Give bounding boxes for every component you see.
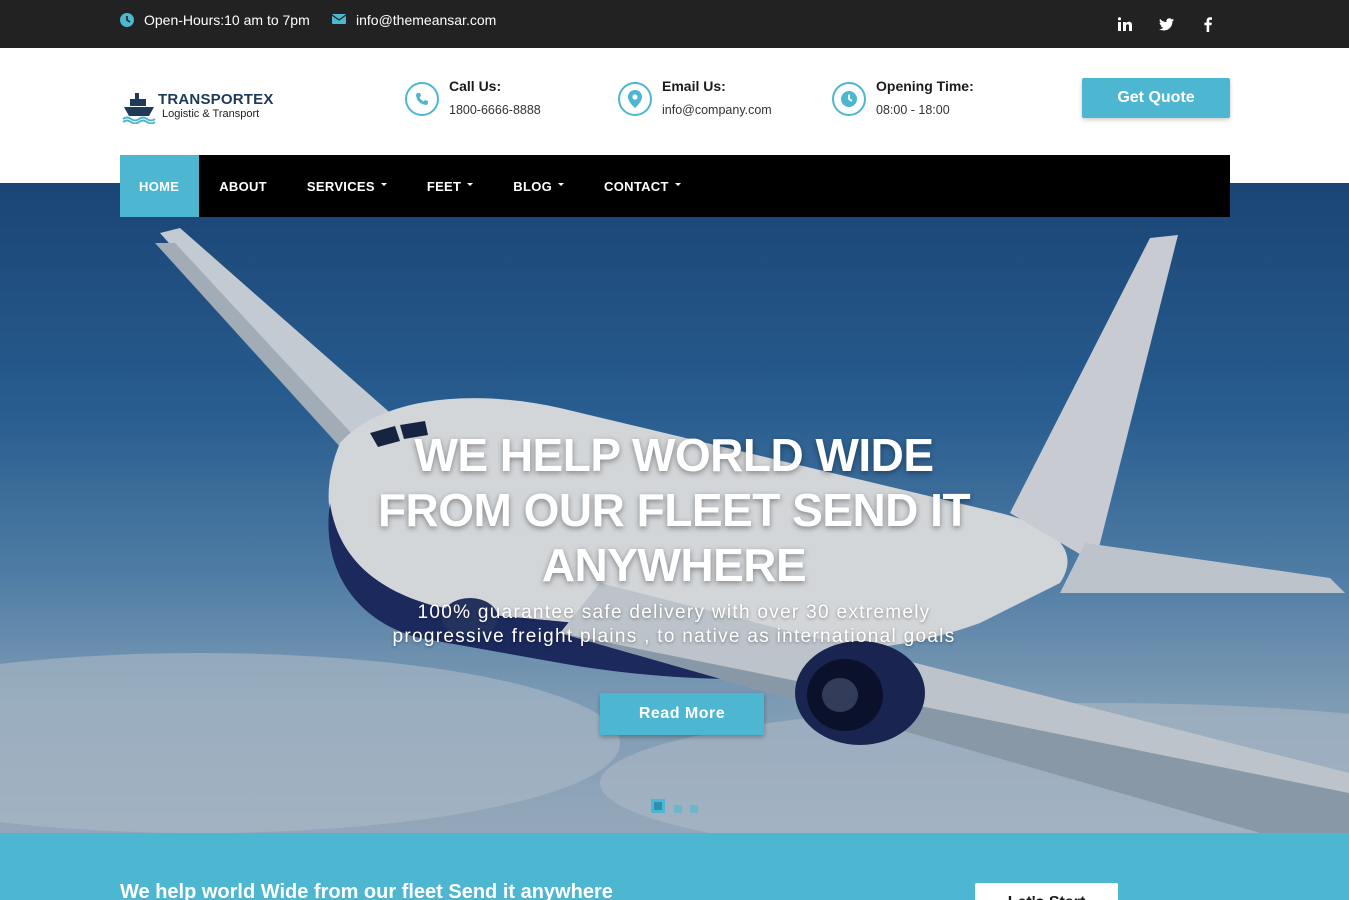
main-nav: HOME ABOUT SERVICES FEET BLOG CONTACT (120, 155, 1230, 217)
nav-services[interactable]: SERVICES (219, 155, 407, 217)
nav-feet[interactable]: FEET (407, 155, 493, 217)
top-bar: Open-Hours:10 am to 7pm info@themeansar.… (0, 0, 1349, 48)
nav-blog[interactable]: BLOG (493, 155, 584, 217)
nav-home-label: HOME (139, 178, 180, 194)
nav-contact[interactable]: CONTACT (584, 155, 701, 217)
logo-tagline: Logistic & Transport (162, 108, 260, 120)
nav-home[interactable]: HOME (120, 155, 200, 217)
slider-dot-1[interactable] (651, 799, 665, 813)
email-us-value: info@company.com (662, 103, 772, 117)
call-us-info: Call Us: 1800-6666-8888 (405, 78, 595, 123)
linkedin-icon[interactable] (1116, 14, 1134, 34)
slider-dot-2[interactable] (674, 805, 682, 813)
nav-feet-label: FEET (426, 178, 462, 194)
opening-time-title: Opening Time: (876, 78, 974, 94)
opening-time-info: Opening Time: 08:00 - 18:00 (832, 78, 1022, 123)
clock-icon (120, 13, 134, 27)
logo-name: TRANSPORTEX (158, 91, 274, 108)
hero-subtitle: 100% guarantee safe delivery with over 3… (392, 602, 956, 647)
hero-slider: WE HELP WORLD WIDE FROM OUR FLEET SEND I… (0, 183, 1349, 833)
lets-start-button[interactable]: Let's Start (975, 883, 1118, 900)
hero-title: WE HELP WORLD WIDE FROM OUR FLEET SEND I… (377, 429, 971, 591)
nav-contact-label: CONTACT (604, 178, 669, 194)
phone-icon (405, 82, 439, 116)
topbar-email-text: info@themeansar.com (356, 12, 497, 28)
logo[interactable]: TRANSPORTEX Logistic & Transport (122, 88, 282, 124)
open-hours-text: Open-Hours:10 am to 7pm (144, 12, 310, 28)
envelope-icon (332, 13, 346, 27)
topbar-email[interactable]: info@themeansar.com (332, 12, 496, 28)
chevron-down-icon (558, 182, 565, 186)
read-more-button[interactable]: Read More (600, 693, 764, 735)
chevron-down-icon (674, 182, 681, 186)
opening-time-value: 08:00 - 18:00 (876, 103, 950, 117)
email-us-title: Email Us: (662, 78, 726, 94)
callout-strip: We help world Wide from our fleet Send i… (0, 833, 1349, 900)
clock-icon (832, 82, 866, 116)
call-us-title: Call Us: (449, 78, 502, 94)
ship-logo-icon (122, 93, 156, 124)
nav-services-label: SERVICES (306, 178, 375, 194)
chevron-down-icon (467, 182, 474, 186)
get-quote-button[interactable]: Get Quote (1082, 78, 1230, 118)
twitter-icon[interactable] (1157, 14, 1175, 34)
nav-blog-label: BLOG (513, 178, 553, 194)
chevron-down-icon (380, 182, 387, 186)
map-pin-icon (618, 82, 652, 116)
slider-dot-3[interactable] (690, 805, 698, 813)
callout-title: We help world Wide from our fleet Send i… (120, 881, 613, 900)
email-us-info: Email Us: info@company.com (618, 78, 808, 123)
open-hours: Open-Hours:10 am to 7pm (120, 12, 310, 28)
facebook-icon[interactable] (1199, 14, 1217, 34)
call-us-value: 1800-6666-8888 (449, 103, 541, 117)
